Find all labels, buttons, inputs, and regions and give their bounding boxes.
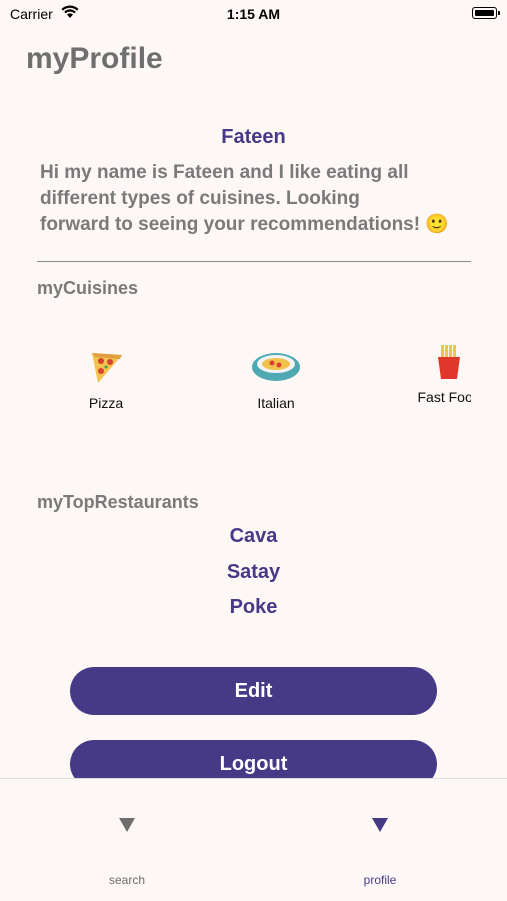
- edit-button[interactable]: Edit: [70, 667, 437, 715]
- cuisine-label: Fast Food: [417, 389, 471, 405]
- battery-icon: [472, 7, 500, 19]
- status-bar: Carrier 1:15 AM: [0, 0, 507, 30]
- triangle-down-icon: [119, 818, 135, 832]
- fries-icon: [438, 345, 460, 379]
- cuisine-label: Italian: [257, 395, 295, 411]
- restaurant-item[interactable]: Satay: [0, 561, 507, 584]
- tab-label: search: [108, 873, 146, 887]
- restaurant-item[interactable]: Poke: [0, 596, 507, 619]
- user-bio: Hi my name is Fateen and I like eating a…: [40, 160, 480, 238]
- bio-line: different types of cuisines. Looking: [40, 188, 360, 209]
- page-title: myProfile: [26, 42, 163, 75]
- user-name: Fateen: [221, 126, 286, 148]
- bio-line: forward to seeing your recommendations! …: [40, 214, 450, 235]
- tab-search[interactable]: search: [67, 779, 187, 901]
- triangle-down-icon: [372, 818, 388, 832]
- cuisines-section-title: myCuisines: [37, 278, 139, 298]
- restaurants-section-title: myTopRestaurants: [37, 492, 199, 512]
- divider: [37, 261, 471, 262]
- restaurant-item[interactable]: Cava: [0, 525, 507, 548]
- pizza-icon: [92, 353, 122, 383]
- tab-label: profile: [363, 873, 397, 887]
- cuisine-item-pizza[interactable]: Pizza: [46, 345, 166, 411]
- tab-profile[interactable]: profile: [320, 779, 440, 901]
- cuisine-item-fast-food[interactable]: Fast Food: [389, 345, 471, 405]
- bio-line: Hi my name is Fateen and I like eating a…: [40, 162, 409, 183]
- clock: 1:15 AM: [226, 6, 281, 22]
- pasta-bowl-icon: [252, 353, 300, 381]
- tab-bar: search profile: [0, 778, 507, 901]
- cuisines-list[interactable]: Pizza Italian Fast Food: [0, 345, 471, 435]
- cuisine-item-italian[interactable]: Italian: [216, 345, 336, 411]
- cuisine-label: Pizza: [88, 395, 124, 411]
